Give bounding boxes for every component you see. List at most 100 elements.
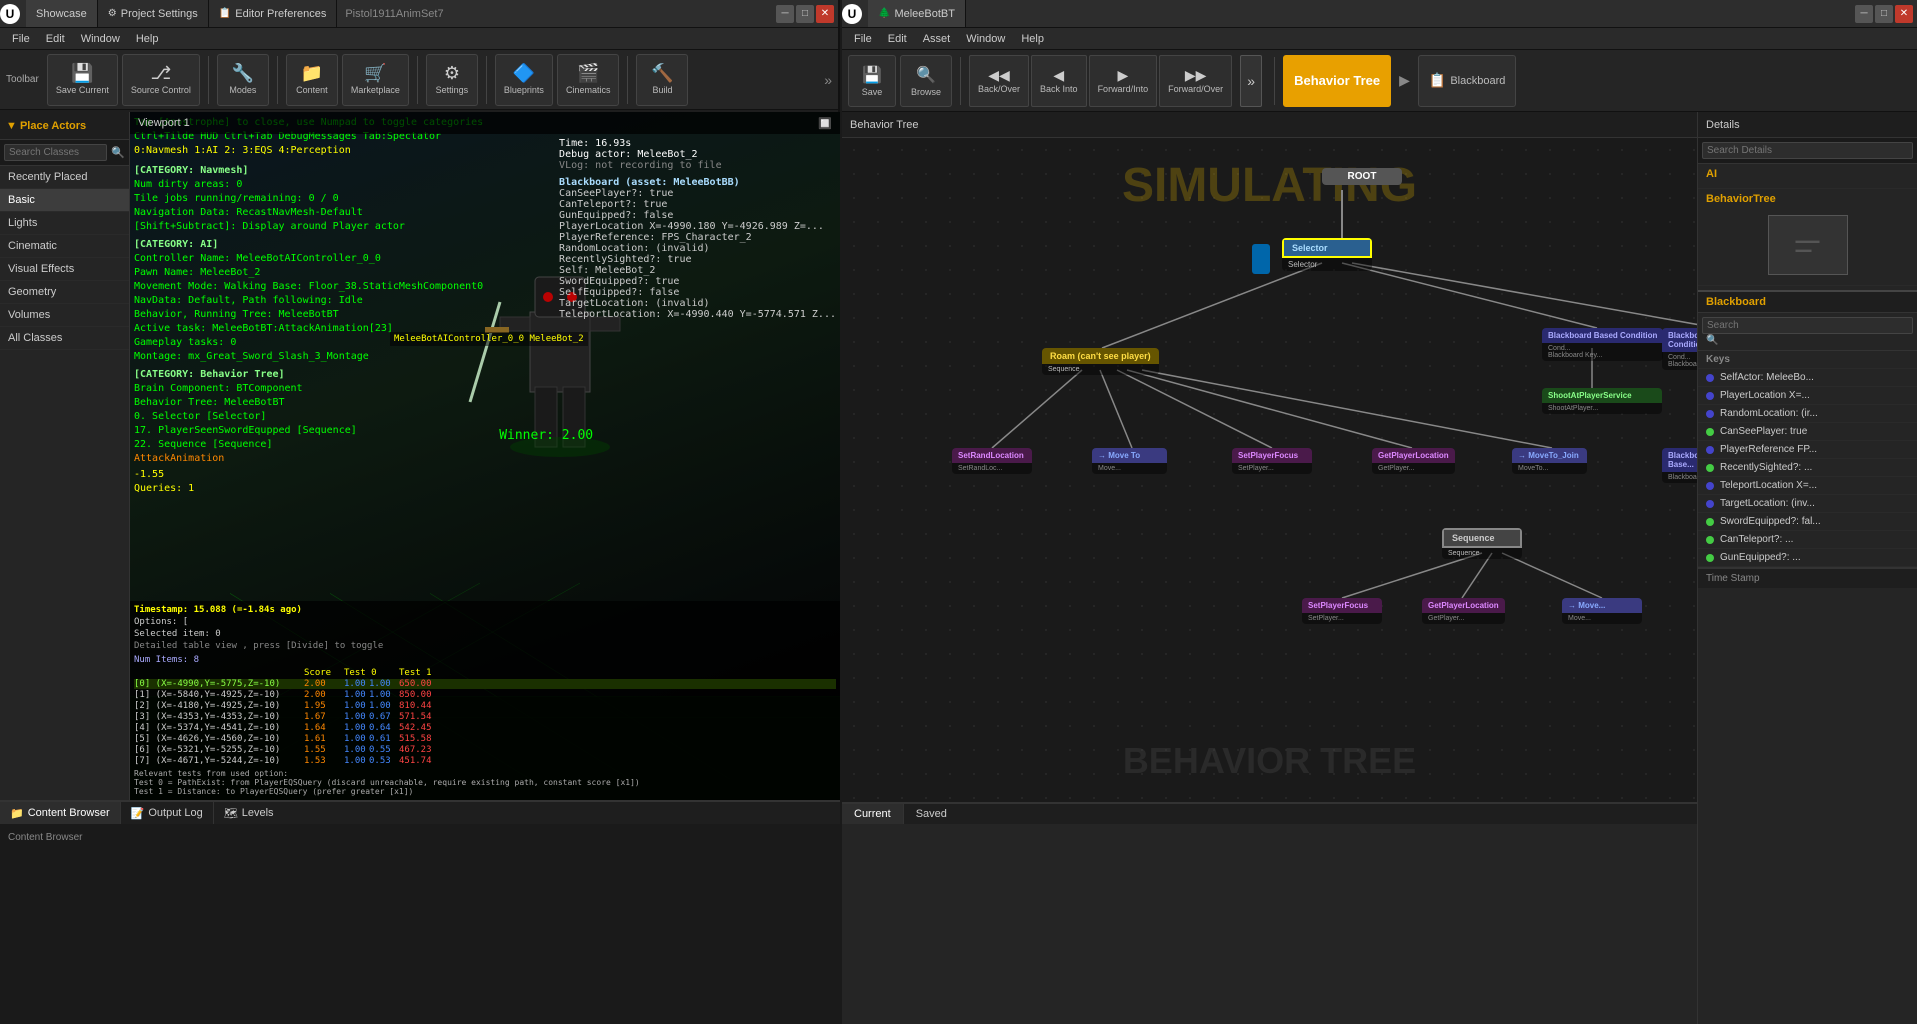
bt-back-over-button[interactable]: ◀◀ Back/Over [969,55,1029,107]
bt-canvas[interactable]: SIMULATING BEHAVIOR TREE [842,138,1697,802]
content-browser-icon: 📁 [10,807,24,820]
content-button[interactable]: 📁 Content [286,54,338,106]
bt-tab-saved[interactable]: Saved [904,804,959,824]
eqs-header-score: Score [304,668,344,678]
bb-search-input[interactable] [1702,317,1913,334]
bt-node-service1[interactable]: ShootAtPlayerService ShootAtPlayer... [1542,388,1662,414]
debug-bb-teleport: CanTeleport?: true [559,199,836,210]
settings-button[interactable]: ⚙ Settings [426,54,478,106]
bb-key-self[interactable]: SelfActor: MeleeBo... [1698,369,1917,387]
bt-save-icon: 💾 [862,65,882,85]
right-menu-window[interactable]: Window [958,28,1013,49]
right-tab-main[interactable]: 🌲 MeleeBotBT [868,0,966,27]
blueprints-button[interactable]: 🔷 Blueprints [495,54,553,106]
bt-node-selector[interactable]: Selector Selector [1282,238,1372,271]
bt-node-task7[interactable]: SetPlayerFocus SetPlayer... [1302,598,1382,624]
bt-node-task2[interactable]: → Move To Move... [1092,448,1167,474]
tab-project-settings[interactable]: ⚙ Project Settings [98,0,209,27]
bb-key-teleport-loc[interactable]: TeleportLocation X=... [1698,477,1917,495]
bt-node-task3[interactable]: SetPlayerFocus SetPlayer... [1232,448,1312,474]
menu-file[interactable]: File [4,28,38,49]
bt-tab-blackboard[interactable]: 📋 Blackboard [1418,55,1516,107]
bb-key-player-ref[interactable]: PlayerReference FP... [1698,441,1917,459]
modes-button[interactable]: 🔧 Modes [217,54,269,106]
bt-node-task8[interactable]: GetPlayerLocation GetPlayer... [1422,598,1505,624]
maximize-button[interactable]: □ [796,5,814,23]
sidebar-item-volumes[interactable]: Volumes [0,304,129,327]
bb-key-target-loc[interactable]: TargetLocation: (inv... [1698,495,1917,513]
settings-label: Settings [436,86,469,96]
levels-icon: 🗺 [224,807,238,820]
right-maximize-button[interactable]: □ [1875,5,1893,23]
sidebar-search-input[interactable] [4,144,107,161]
bb-key-gun-equipped[interactable]: GunEquipped?: ... [1698,549,1917,567]
build-button[interactable]: 🔨 Build [636,54,688,106]
sidebar-item-basic[interactable]: Basic [0,189,129,212]
sidebar-item-cinematic[interactable]: Cinematic [0,235,129,258]
bb-key-can-teleport[interactable]: CanTeleport?: ... [1698,531,1917,549]
toolbar-expand[interactable]: » [824,72,832,88]
bb-key-sword-equipped[interactable]: SwordEquipped?: fal... [1698,513,1917,531]
bt-forward-into-button[interactable]: ▶ Forward/Into [1089,55,1158,107]
bt-node-cond1[interactable]: Blackboard Based Condition Cond...Blackb… [1542,328,1663,361]
bt-back-into-button[interactable]: ◀ Back Into [1031,55,1087,107]
right-close-button[interactable]: ✕ [1895,5,1913,23]
tab-content-browser[interactable]: 📁 Content Browser [0,802,121,824]
menu-window[interactable]: Window [73,28,128,49]
modes-icon: 🔧 [232,63,254,84]
bt-node-cond2[interactable]: Blackboard Based Condition Cond...Blackb… [1662,328,1697,370]
bt-expand-button[interactable]: » [1240,55,1262,107]
menu-help[interactable]: Help [128,28,167,49]
bt-tab-behavior-tree[interactable]: Behavior Tree [1283,55,1391,107]
bt-forward-over-button[interactable]: ▶▶ Forward/Over [1159,55,1232,107]
viewport[interactable]: Viewport 1 🔲 [130,112,840,800]
bb-key-can-see[interactable]: CanSeePlayer: true [1698,423,1917,441]
source-control-button[interactable]: ⎇ Source Control [122,54,200,106]
bb-key-player-loc[interactable]: PlayerLocation X=... [1698,387,1917,405]
right-menu-help[interactable]: Help [1013,28,1052,49]
sidebar-item-all-classes[interactable]: All Classes [0,327,129,350]
marketplace-button[interactable]: 🛒 Marketplace [342,54,409,106]
bb-key-name-player-loc: PlayerLocation X=... [1720,390,1909,401]
bt-node-task4[interactable]: GetPlayerLocation GetPlayer... [1372,448,1455,474]
bt-node-task1-header: SetRandLocation [952,448,1032,463]
sidebar-item-recently-placed[interactable]: Recently Placed [0,166,129,189]
right-menu-file[interactable]: File [846,28,880,49]
tab-levels[interactable]: 🗺 Levels [214,802,284,824]
bt-node-task9[interactable]: → Move... Move... [1562,598,1642,624]
sidebar-item-lights[interactable]: Lights [0,212,129,235]
eqs-row-7: [7] (X=-4671,Y=-5244,Z=-10) 1.53 1.00 0.… [134,756,836,766]
minimize-button[interactable]: ─ [776,5,794,23]
bt-browse-button[interactable]: 🔍 Browse [900,55,952,107]
right-menu-edit[interactable]: Edit [880,28,915,49]
tab-output-log[interactable]: 📝 Output Log [121,802,214,824]
bt-node-task1[interactable]: SetRandLocation SetRandLoc... [952,448,1032,474]
save-current-button[interactable]: 💾 Save Current [47,54,118,106]
bt-node-task6[interactable]: Blackboard Base... Blackboard... [1662,448,1697,483]
bt-node-seq1[interactable]: Roam (can't see player) Sequence [1042,348,1159,375]
right-menu-asset[interactable]: Asset [915,28,959,49]
sidebar-item-geometry[interactable]: Geometry [0,281,129,304]
tab-editor-prefs[interactable]: 📋 Editor Preferences [209,0,338,27]
bb-key-recently-sighted[interactable]: RecentlySighted?: ... [1698,459,1917,477]
bt-save-button[interactable]: 💾 Save [848,55,896,107]
cinematics-button[interactable]: 🎬 Cinematics [557,54,620,106]
sidebar-item-visual-effects[interactable]: Visual Effects [0,258,129,281]
bt-node-root-header: ROOT [1322,168,1402,185]
bt-details-search-input[interactable] [1702,142,1913,159]
bt-node-root[interactable]: ROOT [1322,168,1402,185]
tab-showcase[interactable]: Showcase [26,0,98,27]
bt-tab-current[interactable]: Current [842,804,904,824]
viewport-maximize-icon[interactable]: 🔲 [818,117,832,130]
eqs-t0-6: 1.00 [344,745,369,755]
bb-key-rand-loc[interactable]: RandomLocation: (ir... [1698,405,1917,423]
bt-tree-preview[interactable]: ▬▬▬▬▬ [1706,209,1909,281]
close-button[interactable]: ✕ [816,5,834,23]
bt-node-task5[interactable]: → MoveTo_Join MoveTo... [1512,448,1587,474]
eqs-row-6: [6] (X=-5321,Y=-5255,Z=-10) 1.55 1.00 0.… [134,745,836,755]
menu-edit[interactable]: Edit [38,28,73,49]
right-minimize-button[interactable]: ─ [1855,5,1873,23]
toolbar-sep-2 [277,56,278,104]
bt-save-label: Save [862,87,883,97]
bt-node-seq2[interactable]: Sequence Sequence [1442,528,1522,559]
